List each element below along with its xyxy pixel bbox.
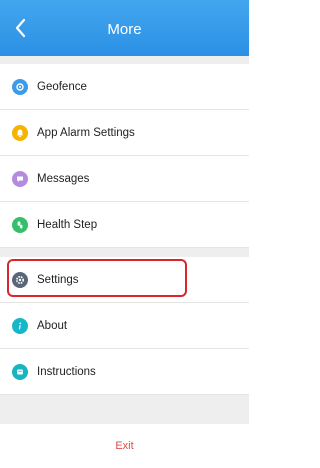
settings-highlight-frame: [7, 259, 187, 297]
exit-button[interactable]: Exit: [0, 424, 249, 468]
messages-icon: [12, 170, 28, 187]
menu-item-label: Instructions: [37, 365, 96, 378]
geofence-icon: [12, 78, 28, 95]
page-title: More: [107, 21, 142, 38]
menu-item-app-alarm-settings[interactable]: App Alarm Settings: [0, 110, 249, 156]
exit-label: Exit: [115, 440, 134, 452]
menu-item-instructions[interactable]: Instructions: [0, 349, 249, 395]
section-divider: [0, 248, 249, 257]
menu-item-label: App Alarm Settings: [37, 126, 135, 139]
menu-item-label: Geofence: [37, 80, 87, 93]
menu-item-messages[interactable]: Messages: [0, 156, 249, 202]
menu-item-geofence[interactable]: Geofence: [0, 64, 249, 110]
alarm-bell-icon: [12, 124, 28, 141]
info-icon: [12, 317, 28, 334]
menu-item-label: Health Step: [37, 218, 98, 231]
menu-item-label: Messages: [37, 172, 90, 185]
section-divider: [0, 395, 249, 424]
health-step-icon: [12, 216, 28, 233]
section-divider: [0, 56, 249, 64]
menu-item-label: About: [37, 319, 68, 332]
menu-item-about[interactable]: About: [0, 303, 249, 349]
menu-item-health-step[interactable]: Health Step: [0, 202, 249, 248]
instructions-icon: [12, 363, 28, 380]
header-bar: More: [0, 0, 249, 56]
